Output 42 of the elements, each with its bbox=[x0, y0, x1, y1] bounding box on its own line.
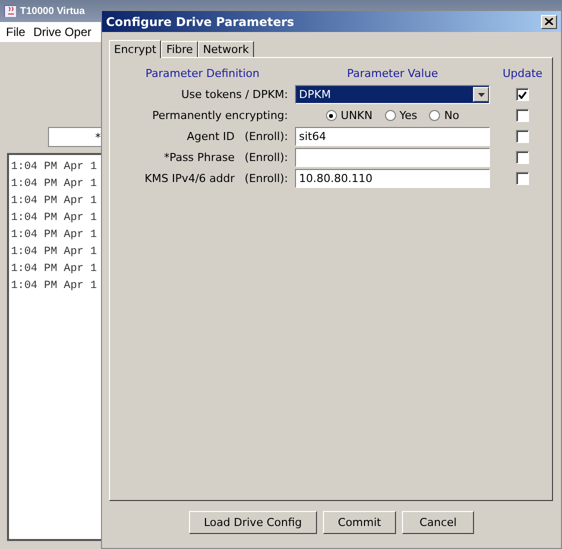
dialog-button[interactable]: Cancel bbox=[402, 511, 474, 534]
column-header: Parameter Value bbox=[347, 67, 438, 80]
log-line: 1:04 PM Apr 1 bbox=[11, 211, 98, 226]
parameter-label: Permanently encrypting: bbox=[152, 109, 288, 122]
log-line: 1:04 PM Apr 1 bbox=[11, 245, 98, 260]
close-button[interactable] bbox=[541, 14, 557, 28]
update-checkbox[interactable] bbox=[516, 151, 529, 164]
update-checkbox[interactable] bbox=[516, 88, 529, 101]
menu-item[interactable]: Drive Oper bbox=[33, 25, 92, 39]
dialog-button[interactable]: Commit bbox=[322, 511, 396, 534]
log-line: 1:04 PM Apr 1 bbox=[11, 194, 98, 209]
input-field[interactable]: 10.80.80.110 bbox=[295, 169, 490, 188]
log-line: 1:04 PM Apr 1 bbox=[11, 262, 98, 277]
enroll-label: (Enroll): bbox=[244, 130, 288, 143]
menu-item[interactable]: File bbox=[6, 25, 26, 39]
radio-option[interactable]: No bbox=[429, 109, 460, 122]
dialog-button[interactable]: Load Drive Config bbox=[188, 511, 317, 534]
tab[interactable]: Fibre bbox=[161, 41, 198, 57]
log-line: 1:04 PM Apr 1 bbox=[11, 177, 98, 192]
parameter-label: Agent ID bbox=[186, 130, 235, 143]
log-line: 1:04 PM Apr 1 bbox=[11, 279, 98, 294]
radio-option[interactable]: UNKN bbox=[326, 109, 372, 122]
enroll-label: (Enroll): bbox=[244, 172, 288, 185]
close-icon bbox=[545, 18, 553, 25]
update-checkbox[interactable] bbox=[516, 172, 529, 185]
tab[interactable]: Network bbox=[198, 41, 254, 57]
update-checkbox[interactable] bbox=[516, 130, 529, 143]
app-icon bbox=[4, 5, 16, 17]
parameter-label: KMS IPv4/6 addr bbox=[144, 172, 235, 185]
input-field[interactable] bbox=[295, 148, 490, 167]
radio-option[interactable]: Yes bbox=[384, 109, 418, 122]
column-header: Parameter Definition bbox=[146, 67, 260, 80]
parameter-label: *Pass Phrase bbox=[164, 151, 235, 164]
enroll-label: (Enroll): bbox=[244, 151, 288, 164]
input-field[interactable]: sit64 bbox=[295, 127, 490, 146]
update-checkbox[interactable] bbox=[516, 109, 529, 122]
parameter-label: Use tokens / DPKM: bbox=[181, 88, 288, 101]
tab[interactable]: Encrypt bbox=[109, 40, 162, 58]
column-header: Update bbox=[502, 67, 542, 80]
log-line: 1:04 PM Apr 1 bbox=[11, 160, 98, 175]
log-line: 1:04 PM Apr 1 bbox=[11, 228, 98, 243]
dropdown[interactable]: DPKM bbox=[295, 85, 490, 104]
